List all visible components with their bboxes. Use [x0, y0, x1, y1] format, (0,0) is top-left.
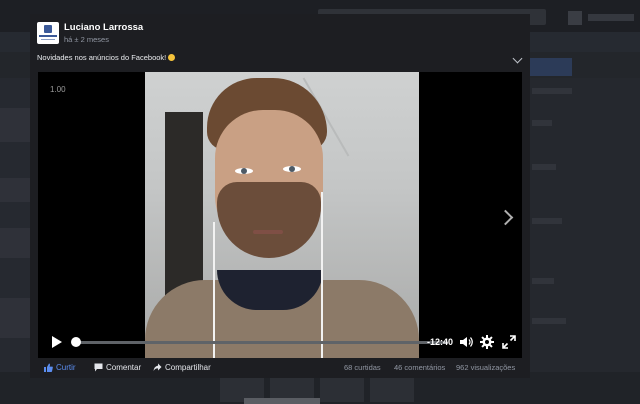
post-actions: Curtir Comentar Compartilhar 68 curtidas…: [30, 358, 530, 378]
post-caption-text: Novidades nos anúncios do Facebook!: [37, 53, 167, 62]
post-timestamp[interactable]: há ± 2 meses: [64, 35, 109, 44]
post-header: Luciano Larrossa há ± 2 meses Novidades …: [30, 14, 530, 70]
background-right-column: [528, 78, 640, 404]
time-remaining: -12:40: [427, 337, 454, 347]
background-line: [532, 164, 556, 170]
video-player[interactable]: 1.00 -12:40: [38, 72, 522, 358]
avatar-logo-bar: [41, 39, 55, 40]
reactions-count[interactable]: 68 curtidas: [344, 361, 381, 375]
facebook-logo-icon: [44, 25, 52, 33]
background-profile-name: [588, 14, 634, 21]
background-line: [532, 120, 552, 126]
share-icon: [153, 363, 162, 371]
background-line: [532, 218, 562, 224]
background-thumbnail: [320, 374, 364, 402]
post-caption: Novidades nos anúncios do Facebook!: [37, 53, 176, 62]
comment-icon: [94, 363, 103, 372]
chevron-down-icon[interactable]: [512, 53, 523, 64]
progress-scrubber[interactable]: [71, 337, 81, 347]
background-line: [532, 318, 566, 324]
fullscreen-icon[interactable]: [502, 335, 516, 349]
views-count: 962 visualizações: [456, 363, 516, 372]
volume-icon[interactable]: [460, 336, 474, 348]
gear-icon[interactable]: [480, 335, 494, 349]
background-line: [532, 278, 554, 284]
post-author[interactable]: Luciano Larrossa: [64, 22, 143, 33]
play-icon[interactable]: [52, 336, 62, 348]
avatar-logo-bar: [39, 35, 57, 37]
background-line: [532, 88, 572, 94]
smile-emoji-icon: [168, 54, 176, 61]
background-thumbnail: [370, 374, 414, 402]
video-controls: -12:40: [38, 322, 522, 358]
video-frame-shape: [235, 168, 253, 174]
share-button[interactable]: Compartilhar: [153, 361, 211, 375]
video-frame-shape: [217, 182, 321, 258]
comments-count[interactable]: 46 comentários: [394, 361, 445, 375]
page-avatar[interactable]: [37, 22, 59, 44]
thumbs-up-icon: [44, 363, 53, 372]
progress-bar[interactable]: [72, 341, 448, 344]
chevron-right-icon[interactable]: [497, 209, 514, 226]
video-frame: [145, 72, 419, 358]
background-profile-avatar: [568, 11, 582, 25]
comment-button[interactable]: Comentar: [94, 361, 141, 375]
video-theater: Luciano Larrossa há ± 2 meses Novidades …: [30, 14, 530, 378]
like-button[interactable]: Curtir: [44, 361, 76, 375]
background-name-text: [244, 398, 320, 404]
playback-speed: 1.00: [50, 85, 66, 94]
video-frame-shape: [253, 230, 283, 234]
video-frame-shape: [283, 166, 301, 172]
